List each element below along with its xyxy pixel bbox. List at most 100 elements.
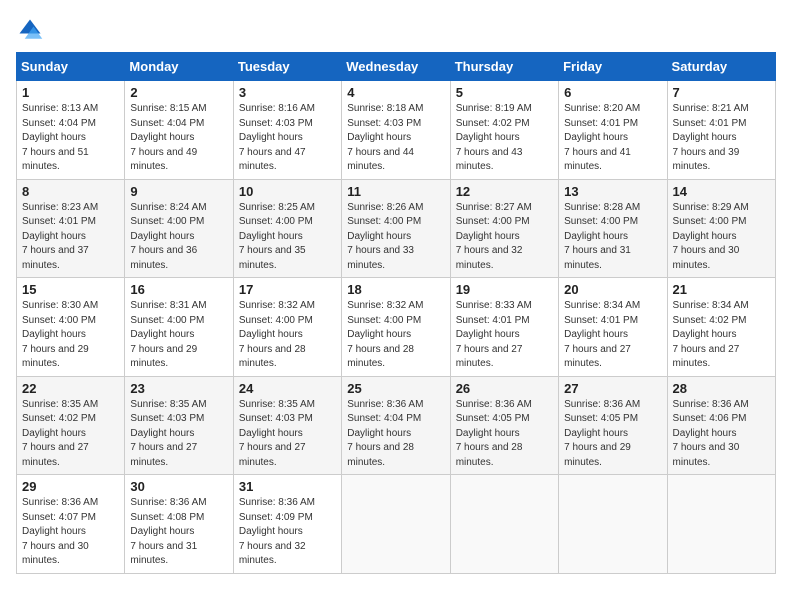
day-number: 3 [239, 85, 336, 100]
calendar-day-5: 5 Sunrise: 8:19 AMSunset: 4:02 PMDaylight… [450, 81, 558, 180]
calendar-day-4: 4 Sunrise: 8:18 AMSunset: 4:03 PMDaylight… [342, 81, 450, 180]
day-info: Sunrise: 8:36 AMSunset: 4:05 PMDaylight … [456, 398, 553, 471]
day-info: Sunrise: 8:36 AMSunset: 4:07 PMDaylight … [22, 496, 119, 569]
day-number: 16 [130, 282, 227, 297]
day-info: Sunrise: 8:36 AMSunset: 4:04 PMDaylight … [347, 398, 444, 471]
calendar-day-16: 16Sunrise: 8:31 AMSunset: 4:00 PMDayligh… [125, 278, 233, 377]
day-number: 23 [130, 381, 227, 396]
day-number: 5 [456, 85, 553, 100]
day-number: 19 [456, 282, 553, 297]
calendar-day-18: 18Sunrise: 8:32 AMSunset: 4:00 PMDayligh… [342, 278, 450, 377]
day-number: 11 [347, 184, 444, 199]
day-number: 27 [564, 381, 661, 396]
calendar-day-14: 14 Sunrise: 8:29 AMSunset: 4:00 PMDayligh… [667, 179, 775, 278]
day-number: 30 [130, 479, 227, 494]
calendar-day-11: 11 Sunrise: 8:26 AMSunset: 4:00 PMDayligh… [342, 179, 450, 278]
calendar-empty [667, 475, 775, 574]
day-info: Sunrise: 8:29 AMSunset: 4:00 PMDaylight … [673, 201, 770, 274]
day-number: 25 [347, 381, 444, 396]
calendar-day-9: 9 Sunrise: 8:24 AMSunset: 4:00 PMDaylight… [125, 179, 233, 278]
weekday-header-wednesday: Wednesday [342, 53, 450, 81]
day-number: 13 [564, 184, 661, 199]
calendar-day-8: 8 Sunrise: 8:23 AMSunset: 4:01 PMDaylight… [17, 179, 125, 278]
day-number: 17 [239, 282, 336, 297]
calendar-day-1: 1 Sunrise: 8:13 AMSunset: 4:04 PMDaylight… [17, 81, 125, 180]
calendar-week-1: 1 Sunrise: 8:13 AMSunset: 4:04 PMDaylight… [17, 81, 776, 180]
weekday-header-monday: Monday [125, 53, 233, 81]
calendar-day-20: 20 Sunrise: 8:34 AMSunset: 4:01 PMDayligh… [559, 278, 667, 377]
calendar-day-27: 27 Sunrise: 8:36 AMSunset: 4:05 PMDayligh… [559, 376, 667, 475]
calendar-day-19: 19 Sunrise: 8:33 AMSunset: 4:01 PMDayligh… [450, 278, 558, 377]
weekday-header-saturday: Saturday [667, 53, 775, 81]
page-header [16, 16, 776, 44]
calendar-day-30: 30 Sunrise: 8:36 AMSunset: 4:08 PMDayligh… [125, 475, 233, 574]
day-info: Sunrise: 8:16 AMSunset: 4:03 PMDaylight … [239, 102, 336, 175]
calendar-day-23: 23 Sunrise: 8:35 AMSunset: 4:03 PMDayligh… [125, 376, 233, 475]
day-info: Sunrise: 8:26 AMSunset: 4:00 PMDaylight … [347, 201, 444, 274]
day-info: Sunrise: 8:30 AMSunset: 4:00 PMDaylight … [22, 299, 119, 372]
day-info: Sunrise: 8:23 AMSunset: 4:01 PMDaylight … [22, 201, 119, 274]
calendar-day-7: 7Sunrise: 8:21 AMSunset: 4:01 PMDaylight… [667, 81, 775, 180]
day-info: Sunrise: 8:35 AMSunset: 4:03 PMDaylight … [130, 398, 227, 471]
weekday-header-row: SundayMondayTuesdayWednesdayThursdayFrid… [17, 53, 776, 81]
day-number: 26 [456, 381, 553, 396]
calendar-day-24: 24 Sunrise: 8:35 AMSunset: 4:03 PMDayligh… [233, 376, 341, 475]
calendar-day-6: 6 Sunrise: 8:20 AMSunset: 4:01 PMDaylight… [559, 81, 667, 180]
logo [16, 16, 48, 44]
calendar-week-2: 8 Sunrise: 8:23 AMSunset: 4:01 PMDaylight… [17, 179, 776, 278]
day-number: 1 [22, 85, 119, 100]
day-number: 28 [673, 381, 770, 396]
weekday-header-sunday: Sunday [17, 53, 125, 81]
day-info: Sunrise: 8:20 AMSunset: 4:01 PMDaylight … [564, 102, 661, 175]
calendar-day-3: 3 Sunrise: 8:16 AMSunset: 4:03 PMDaylight… [233, 81, 341, 180]
day-info: Sunrise: 8:28 AMSunset: 4:00 PMDaylight … [564, 201, 661, 274]
day-info: Sunrise: 8:36 AMSunset: 4:05 PMDaylight … [564, 398, 661, 471]
day-number: 22 [22, 381, 119, 396]
day-number: 14 [673, 184, 770, 199]
calendar-week-5: 29Sunrise: 8:36 AMSunset: 4:07 PMDayligh… [17, 475, 776, 574]
day-number: 10 [239, 184, 336, 199]
day-info: Sunrise: 8:32 AMSunset: 4:00 PMDaylight … [347, 299, 444, 372]
logo-icon [16, 16, 44, 44]
day-info: Sunrise: 8:15 AMSunset: 4:04 PMDaylight … [130, 102, 227, 175]
day-info: Sunrise: 8:13 AMSunset: 4:04 PMDaylight … [22, 102, 119, 175]
day-info: Sunrise: 8:21 AMSunset: 4:01 PMDaylight … [673, 102, 770, 175]
day-number: 4 [347, 85, 444, 100]
calendar-empty [450, 475, 558, 574]
calendar-day-2: 2 Sunrise: 8:15 AMSunset: 4:04 PMDaylight… [125, 81, 233, 180]
day-number: 8 [22, 184, 119, 199]
calendar-day-25: 25 Sunrise: 8:36 AMSunset: 4:04 PMDayligh… [342, 376, 450, 475]
day-info: Sunrise: 8:34 AMSunset: 4:01 PMDaylight … [564, 299, 661, 372]
calendar-week-4: 22Sunrise: 8:35 AMSunset: 4:02 PMDayligh… [17, 376, 776, 475]
day-info: Sunrise: 8:18 AMSunset: 4:03 PMDaylight … [347, 102, 444, 175]
day-info: Sunrise: 8:33 AMSunset: 4:01 PMDaylight … [456, 299, 553, 372]
day-info: Sunrise: 8:36 AMSunset: 4:06 PMDaylight … [673, 398, 770, 471]
day-number: 21 [673, 282, 770, 297]
calendar-day-26: 26 Sunrise: 8:36 AMSunset: 4:05 PMDayligh… [450, 376, 558, 475]
calendar-day-28: 28 Sunrise: 8:36 AMSunset: 4:06 PMDayligh… [667, 376, 775, 475]
weekday-header-tuesday: Tuesday [233, 53, 341, 81]
day-number: 9 [130, 184, 227, 199]
calendar-empty [559, 475, 667, 574]
day-number: 31 [239, 479, 336, 494]
day-number: 15 [22, 282, 119, 297]
calendar-week-3: 15 Sunrise: 8:30 AMSunset: 4:00 PMDayligh… [17, 278, 776, 377]
calendar-day-17: 17Sunrise: 8:32 AMSunset: 4:00 PMDayligh… [233, 278, 341, 377]
day-info: Sunrise: 8:19 AMSunset: 4:02 PMDaylight … [456, 102, 553, 175]
day-number: 24 [239, 381, 336, 396]
day-number: 2 [130, 85, 227, 100]
day-info: Sunrise: 8:36 AMSunset: 4:08 PMDaylight … [130, 496, 227, 569]
day-number: 12 [456, 184, 553, 199]
calendar-day-21: 21 Sunrise: 8:34 AMSunset: 4:02 PMDayligh… [667, 278, 775, 377]
day-number: 20 [564, 282, 661, 297]
calendar-day-29: 29Sunrise: 8:36 AMSunset: 4:07 PMDayligh… [17, 475, 125, 574]
day-info: Sunrise: 8:34 AMSunset: 4:02 PMDaylight … [673, 299, 770, 372]
day-info: Sunrise: 8:24 AMSunset: 4:00 PMDaylight … [130, 201, 227, 274]
calendar-day-31: 31 Sunrise: 8:36 AMSunset: 4:09 PMDayligh… [233, 475, 341, 574]
calendar-day-10: 10Sunrise: 8:25 AMSunset: 4:00 PMDayligh… [233, 179, 341, 278]
day-number: 6 [564, 85, 661, 100]
calendar-day-13: 13 Sunrise: 8:28 AMSunset: 4:00 PMDayligh… [559, 179, 667, 278]
day-info: Sunrise: 8:35 AMSunset: 4:03 PMDaylight … [239, 398, 336, 471]
day-info: Sunrise: 8:36 AMSunset: 4:09 PMDaylight … [239, 496, 336, 569]
weekday-header-thursday: Thursday [450, 53, 558, 81]
